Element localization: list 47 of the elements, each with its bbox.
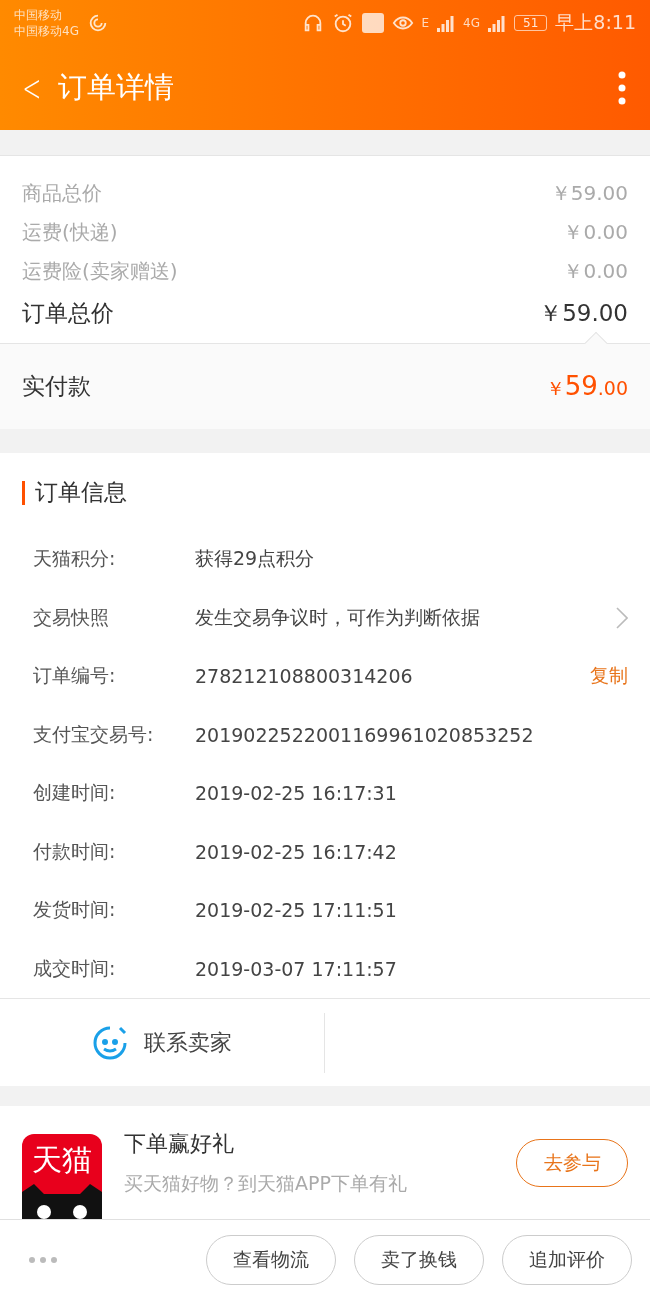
price-label: 商品总价 — [22, 180, 102, 207]
info-label: 订单编号: — [33, 663, 117, 689]
clock-time: 早上8:11 — [555, 9, 636, 35]
info-value: 278212108800314206 — [195, 665, 414, 688]
chat-face-icon — [92, 1024, 128, 1061]
info-label: 天猫积分: — [33, 546, 117, 572]
carrier-name: 中国移动 — [14, 6, 63, 23]
price-label: 运费险(卖家赠送) — [22, 258, 178, 285]
info-label: 成交时间: — [33, 955, 117, 981]
info-value: 2019-02-25 17:11:51 — [195, 899, 398, 922]
paid-label: 实付款 — [22, 372, 91, 401]
price-value: ￥59.00 — [539, 298, 628, 328]
chevron-right-icon[interactable] — [616, 606, 628, 629]
promo-subtitle: 买天猫好物？到天猫APP下单有礼 — [124, 1170, 408, 1196]
section-title: 订单信息 — [35, 478, 127, 507]
hd-icon — [361, 12, 384, 33]
info-label: 创建时间: — [33, 780, 117, 806]
info-value: 获得29点积分 — [195, 546, 316, 572]
carrier-name: 中国移动4G — [14, 22, 79, 39]
signal-icon — [488, 13, 507, 32]
action-button[interactable]: 卖了换钱 — [354, 1235, 484, 1285]
info-value: 2019-02-25 16:17:42 — [195, 840, 398, 863]
price-value: ￥0.00 — [563, 219, 628, 246]
signal-icon — [437, 13, 456, 32]
app-logo: 天猫 — [22, 1133, 102, 1219]
more-icon[interactable] — [28, 1256, 58, 1264]
info-value: 2019-02-25 16:17:31 — [195, 782, 398, 805]
promo-title: 下单赢好礼 — [124, 1129, 235, 1158]
price-label: 订单总价 — [22, 298, 114, 328]
network-label: 4G — [463, 15, 481, 30]
info-value: 2019022522001169961020853252 — [195, 723, 535, 746]
price-label: 运费(快递) — [22, 219, 118, 246]
action-button[interactable]: 追加评价 — [502, 1235, 632, 1285]
info-label: 付款时间: — [33, 838, 117, 864]
page-title: 订单详情 — [57, 68, 174, 106]
action-button[interactable]: 查看物流 — [206, 1235, 336, 1285]
info-label: 发货时间: — [33, 897, 117, 923]
price-value: ￥0.00 — [563, 258, 628, 285]
price-value: ￥59.00 — [550, 180, 628, 207]
info-label: 支付宝交易号: — [33, 721, 155, 747]
battery-indicator: 51 — [514, 14, 548, 31]
network-label: E — [421, 15, 430, 30]
paid-amount: ￥59.00 — [545, 371, 628, 402]
info-label: 交易快照 — [33, 604, 110, 630]
more-icon[interactable] — [618, 70, 626, 105]
info-value: 2019-03-07 17:11:57 — [195, 957, 398, 980]
info-value[interactable]: 发生交易争议时，可作为判断依据 — [195, 604, 616, 631]
